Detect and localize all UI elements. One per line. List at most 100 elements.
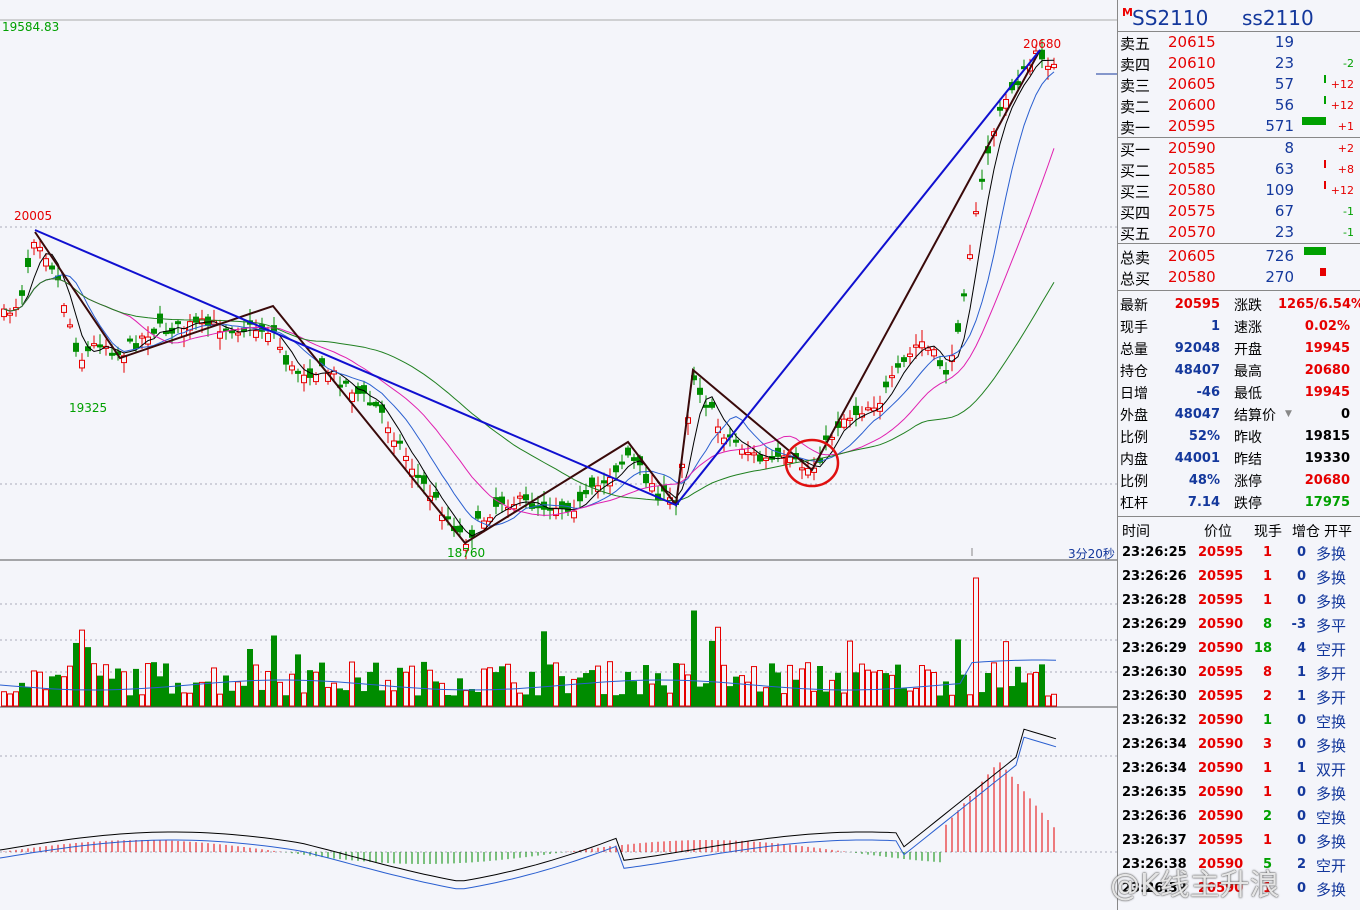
quote-label: 杠杆	[1120, 496, 1148, 512]
book-level-row[interactable]: 买三 20580 109 +12	[1118, 180, 1360, 201]
level-label: 买三	[1120, 183, 1151, 201]
tick-header-cell: 现手	[1254, 524, 1282, 540]
candle-down	[457, 525, 463, 533]
volume-bar	[877, 670, 883, 707]
tick-row[interactable]: 23:26:36 20590 2 0 空换	[1118, 805, 1360, 829]
tick-qty: 1	[1262, 593, 1272, 608]
quote-value: 0.02%	[1304, 319, 1350, 334]
quote-value: 1	[1210, 319, 1220, 334]
tick-oi: 1	[1296, 761, 1306, 776]
volume-bar	[85, 647, 91, 707]
tick-row[interactable]: 23:26:35 20590 1 0 多换	[1118, 781, 1360, 805]
volume-bar	[331, 682, 337, 707]
tick-row[interactable]: 23:26:32 20590 1 0 空换	[1118, 709, 1360, 733]
total-row[interactable]: 总卖 20605 726	[1118, 246, 1360, 267]
bottom-low-label: 18760	[447, 546, 486, 560]
tick-row[interactable]: 23:26:29 20590 8 -3 多平	[1118, 613, 1360, 637]
tick-qty: 1	[1262, 833, 1272, 848]
level-volume: 8	[1284, 139, 1294, 157]
candle-up	[751, 452, 757, 456]
candle-up	[67, 324, 73, 328]
candle-up	[139, 335, 145, 339]
candle-down	[709, 401, 715, 408]
book-level-row[interactable]: 买一 20590 8 +2	[1118, 138, 1360, 159]
volume-bar	[127, 695, 133, 707]
level-price: 20605	[1168, 75, 1216, 93]
dropdown-caret-icon[interactable]: ▼	[1285, 409, 1292, 419]
tick-kind: 多开	[1316, 689, 1347, 707]
volume-bar	[157, 676, 163, 707]
chart-area[interactable]: 19584.83 20680 20005 19325 18760 3分20秒	[0, 0, 1117, 910]
volume-bar	[745, 681, 751, 707]
tick-price: 20595	[1198, 833, 1244, 848]
book-level-row[interactable]: 卖五 20615 19	[1118, 32, 1360, 53]
volume-bar	[661, 685, 667, 707]
quote-panel: 最新 20595 涨跌 1265/6.54% 现手 1 速涨 0.02% 总量 92048 开盘 19…	[1118, 291, 1360, 513]
candle-down	[415, 474, 421, 478]
candle-down	[937, 360, 943, 367]
candlestick-chart[interactable]	[0, 0, 1117, 910]
volume-bar	[505, 663, 511, 707]
tick-qty: 1	[1262, 713, 1272, 728]
candle-down	[613, 465, 619, 473]
tick-row[interactable]: 23:26:26 20595 1 0 多换	[1118, 565, 1360, 589]
tick-price: 20590	[1198, 737, 1244, 752]
quote-value: 7.14	[1187, 495, 1220, 510]
volume-bar	[1039, 664, 1045, 707]
volume-bar	[133, 668, 139, 707]
tick-row[interactable]: 23:26:34 20590 1 1 双开	[1118, 757, 1360, 781]
tick-time: 23:26:29	[1122, 641, 1187, 656]
volume-bar	[31, 670, 37, 707]
level-label: 卖三	[1120, 77, 1151, 95]
book-level-row[interactable]: 买四 20575 67 -1	[1118, 201, 1360, 222]
volume-bar	[943, 681, 949, 707]
tick-oi: 0	[1296, 545, 1306, 560]
volume-bar	[67, 665, 73, 707]
book-level-row[interactable]: 卖二 20600 56 +12	[1118, 95, 1360, 116]
tick-row[interactable]: 23:26:30 20595 8 1 多开	[1118, 661, 1360, 685]
tick-list[interactable]: 时间 价位 现手 增仓 开平 23:26:25 20595 1 0 多换 23:26:26 20595…	[1118, 517, 1360, 901]
candle-up	[931, 349, 937, 357]
tick-row[interactable]: 23:26:34 20590 3 0 多换	[1118, 733, 1360, 757]
volume-bar	[619, 694, 625, 707]
tick-row[interactable]: 23:26:28 20595 1 0 多换	[1118, 589, 1360, 613]
tick-price: 20590	[1198, 761, 1244, 776]
contract-code-lower[interactable]: ss2110	[1242, 6, 1314, 30]
volume-bar	[847, 640, 853, 707]
book-level-row[interactable]: 卖四 20610 23 -2	[1118, 53, 1360, 74]
candle-up	[61, 305, 67, 313]
candle-up	[847, 417, 853, 421]
book-level-row[interactable]: 卖一 20595 571 +1	[1118, 116, 1360, 137]
candle-down	[109, 352, 115, 356]
watermark: @K线主升浪	[1110, 868, 1280, 903]
book-level-row[interactable]: 买五 20570 23 -1	[1118, 222, 1360, 243]
top-value-label: 19584.83	[2, 20, 60, 34]
tick-row[interactable]: 23:26:25 20595 1 0 多换	[1118, 541, 1360, 565]
volume-bar	[589, 670, 595, 707]
level-price: 20615	[1168, 33, 1216, 51]
book-level-row[interactable]: 卖三 20605 57 +12	[1118, 74, 1360, 95]
book-level-row[interactable]: 买二 20585 63 +8	[1118, 159, 1360, 180]
peak-price-label: 20680	[1023, 37, 1062, 51]
candle-up	[265, 332, 271, 342]
quote-value: 92048	[1174, 341, 1220, 356]
tick-oi: 0	[1296, 833, 1306, 848]
tick-row[interactable]: 23:26:30 20595 2 1 多开	[1118, 685, 1360, 709]
candle-up	[907, 353, 913, 357]
candle-down	[583, 490, 589, 495]
tick-header: 时间 价位 现手 增仓 开平	[1118, 517, 1360, 541]
volume-bar	[883, 673, 889, 707]
tick-row[interactable]: 23:26:29 20590 18 4 空开	[1118, 637, 1360, 661]
candle-down	[961, 293, 967, 297]
tick-row[interactable]: 23:26:37 20595 1 0 多换	[1118, 829, 1360, 853]
quote-label: 内盘	[1120, 452, 1148, 468]
volume-bar	[307, 670, 313, 707]
volume-bar	[901, 688, 907, 707]
candle-up	[235, 332, 241, 336]
total-row[interactable]: 总买 20580 270	[1118, 267, 1360, 288]
tick-time: 23:26:29	[1122, 617, 1187, 632]
contract-code-upper[interactable]: SS2110	[1132, 6, 1208, 30]
tick-kind: 多换	[1316, 785, 1347, 803]
quote-row: 现手 1 速涨 0.02%	[1118, 315, 1360, 337]
quote-row: 外盘 48047 结算价 0 ▼	[1118, 403, 1360, 425]
